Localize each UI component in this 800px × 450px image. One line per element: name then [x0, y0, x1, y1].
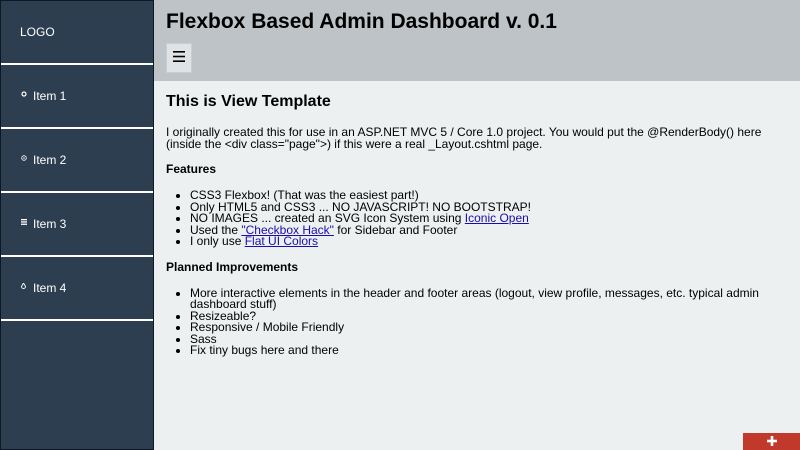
intro-paragraph: I originally created this for use in an … [166, 125, 762, 151]
sidebar-item-2[interactable]: Item 2 [1, 129, 153, 193]
header: Flexbox Based Admin Dashboard v. 0.1 [154, 0, 800, 81]
planned-heading: Planned Improvements [166, 259, 299, 274]
list-item: Responsive / Mobile Friendly [190, 321, 786, 334]
features-list: CSS3 Flexbox! (That was the easiest part… [166, 189, 786, 248]
planned-list: More interactive elements in the header … [166, 287, 786, 357]
list-item: Fix tiny bugs here and there [190, 344, 786, 357]
list-icon [17, 219, 30, 225]
sidebar-item-label: Item 2 [33, 153, 67, 167]
target-icon [17, 155, 30, 161]
list-item-text: I only use [190, 234, 245, 248]
flat-ui-colors-link[interactable]: Flat UI Colors [245, 234, 318, 248]
sidebar-logo[interactable]: LOGO [1, 1, 153, 65]
sidebar-item-4[interactable]: Item 4 [1, 257, 153, 321]
hamburger-icon [173, 51, 185, 65]
sidebar-item-3[interactable]: Item 3 [1, 193, 153, 257]
page-title: Flexbox Based Admin Dashboard v. 0.1 [166, 10, 557, 33]
droplet-icon [17, 283, 30, 289]
sidebar: LOGO Item 1 Item 2 Item 3 Item 4 [0, 0, 154, 450]
list-item-text: for Sidebar and Footer [333, 222, 458, 237]
circle-icon [17, 91, 30, 97]
sidebar-item-label: Item 1 [33, 89, 67, 103]
sidebar-item-label: Item 4 [33, 281, 67, 295]
footer-toggle-button[interactable] [743, 433, 800, 450]
menu-toggle-button[interactable] [166, 43, 192, 73]
features-heading: Features [166, 162, 217, 176]
sidebar-item-1[interactable]: Item 1 [1, 65, 153, 129]
content-heading: This is View Template [166, 93, 331, 110]
list-item: I only use Flat UI Colors [190, 234, 786, 248]
iconic-open-link[interactable]: Iconic Open [465, 211, 529, 225]
list-item: More interactive elements in the header … [190, 287, 786, 311]
plus-icon [766, 435, 777, 449]
main-content: This is View Template I originally creat… [166, 93, 786, 369]
logo-text: LOGO [20, 25, 55, 39]
sidebar-item-label: Item 3 [33, 217, 67, 231]
